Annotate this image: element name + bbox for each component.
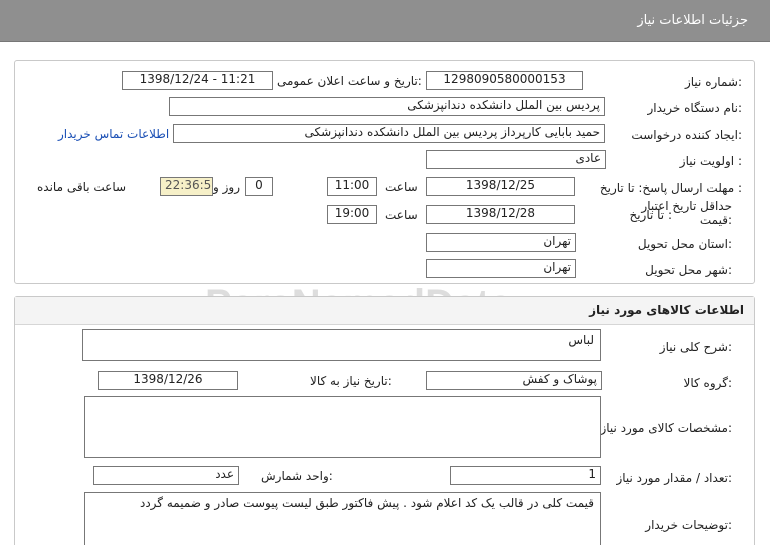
- priority-field: عادی: [426, 150, 606, 169]
- buyer-notes-field: قیمت کلی در قالب یک کد اعلام شود . پیش ف…: [84, 492, 601, 545]
- validity-date-field: 1398/12/28: [426, 205, 575, 224]
- specs-field: [84, 396, 601, 458]
- city-field: تهران: [426, 259, 576, 278]
- deadline-label: مهلت ارسال پاسخ: تا تاریخ :: [599, 181, 742, 195]
- need-number-field: 1298090580000153: [426, 71, 583, 90]
- deadline-time-label: ساعت: [385, 180, 418, 194]
- province-field: تهران: [426, 233, 576, 252]
- remaining-label: ساعت باقی مانده: [37, 180, 127, 194]
- buyer-notes-label: توضیحات خریدار:: [645, 518, 732, 532]
- announce-label: تاریخ و ساعت اعلان عمومی:: [277, 74, 422, 88]
- need-info-panel: شماره نیاز: 1298090580000153 تاریخ و ساع…: [14, 60, 755, 284]
- title-bar: جزئیات اطلاعات نیاز: [0, 0, 770, 42]
- days-label: روز و: [213, 180, 240, 194]
- validity-time-label: ساعت: [385, 208, 418, 222]
- qty-field: 1: [450, 466, 601, 485]
- validity-label-line2: قیمت:: [699, 213, 732, 227]
- deadline-date-field: 1398/12/25: [426, 177, 575, 196]
- requester-field: حمید بابایی کارپرداز پردیس بین الملل دان…: [173, 124, 605, 143]
- validity-to-label: تا تاریخ :: [629, 208, 672, 222]
- need-date-field: 1398/12/26: [98, 371, 238, 390]
- specs-label: مشخصات کالای مورد نیاز:: [600, 421, 732, 435]
- announce-field: 1398/12/24 - 11:21: [122, 71, 273, 90]
- requester-label: ایجاد کننده درخواست:: [631, 128, 742, 142]
- buyer-org-label: نام دستگاه خریدار:: [647, 101, 743, 115]
- deadline-time-field: 11:00: [327, 177, 377, 196]
- province-label: استان محل تحویل:: [637, 237, 732, 251]
- summary-field: لباس: [82, 329, 601, 361]
- group-field: پوشاک و کفش: [426, 371, 602, 390]
- city-label: شهر محل تحویل:: [645, 263, 732, 277]
- buyer-org-field: پردیس بین الملل دانشکده دندانپزشکی: [169, 97, 605, 116]
- page-title: جزئیات اطلاعات نیاز: [637, 13, 748, 28]
- summary-label: شرح کلی نیاز:: [659, 340, 732, 354]
- need-date-label: تاریخ نیاز به کالا:: [310, 374, 392, 388]
- goods-info-panel: اطلاعات کالاهای مورد نیاز شرح کلی نیاز: …: [14, 296, 755, 545]
- remaining-time-field: 22:36:57: [160, 177, 213, 196]
- priority-label: اولویت نیاز :: [679, 154, 742, 168]
- qty-label: تعداد / مقدار مورد نیاز:: [616, 471, 732, 485]
- group-label: گروه کالا:: [683, 376, 733, 390]
- goods-panel-title: اطلاعات کالاهای مورد نیاز: [589, 303, 744, 317]
- need-number-label: شماره نیاز:: [684, 75, 742, 89]
- validity-time-field: 19:00: [327, 205, 377, 224]
- buyer-contact-link[interactable]: اطلاعات تماس خریدار: [58, 127, 169, 141]
- days-field: 0: [245, 177, 273, 196]
- unit-label: واحد شمارش:: [261, 469, 333, 483]
- goods-panel-header: اطلاعات کالاهای مورد نیاز: [15, 297, 754, 325]
- unit-field: عدد: [93, 466, 239, 485]
